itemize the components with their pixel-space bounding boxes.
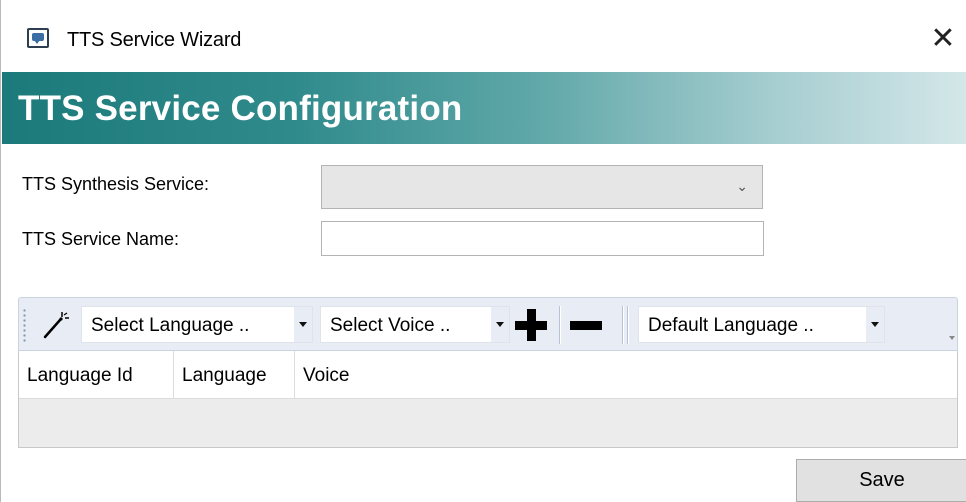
- speech-bubble-icon: [27, 28, 49, 48]
- close-icon[interactable]: ✕: [925, 22, 961, 58]
- window-title: TTS Service Wizard: [67, 29, 242, 51]
- page-title: TTS Service Configuration: [18, 89, 463, 128]
- chevron-down-icon: ⌄: [736, 178, 748, 194]
- save-button[interactable]: Save: [796, 459, 966, 502]
- synthesis-service-dropdown[interactable]: ⌄: [321, 165, 763, 209]
- toolbar-grip[interactable]: [23, 308, 26, 342]
- dropdown-arrow-icon: [866, 307, 884, 342]
- column-header-language-id[interactable]: Language Id: [19, 351, 174, 399]
- column-header-language[interactable]: Language: [174, 351, 295, 399]
- select-language-label: Select Language ..: [91, 315, 250, 336]
- header-banner: TTS Service Configuration: [2, 72, 966, 144]
- toolbar-separator: [627, 306, 628, 344]
- language-grid: Language Id Language Voice: [18, 351, 958, 448]
- title-bar: TTS Service Wizard ✕: [1, 0, 966, 72]
- default-language-dropdown[interactable]: Default Language ..: [638, 306, 885, 343]
- toolbar-separator: [622, 306, 623, 344]
- service-name-input[interactable]: [321, 221, 764, 256]
- default-language-label: Default Language ..: [648, 315, 814, 336]
- synthesis-service-label: TTS Synthesis Service:: [22, 174, 210, 194]
- dropdown-arrow-icon: [491, 307, 509, 342]
- language-toolbar: Select Language .. Select Voice .. Defau…: [18, 297, 958, 351]
- toolbar-separator: [559, 306, 560, 344]
- toolbar-overflow-icon[interactable]: [947, 332, 957, 346]
- plus-icon[interactable]: [515, 309, 547, 341]
- select-voice-label: Select Voice ..: [330, 315, 451, 336]
- select-language-dropdown[interactable]: Select Language ..: [81, 306, 313, 343]
- magic-wand-icon[interactable]: [40, 310, 70, 340]
- select-voice-dropdown[interactable]: Select Voice ..: [320, 306, 510, 343]
- column-header-voice[interactable]: Voice: [295, 351, 595, 399]
- dropdown-arrow-icon: [294, 307, 312, 342]
- grid-header: Language Id Language Voice: [19, 351, 957, 399]
- service-name-label: TTS Service Name:: [22, 229, 180, 249]
- wizard-window: TTS Service Wizard ✕ TTS Service Configu…: [0, 0, 966, 502]
- minus-icon[interactable]: [570, 309, 602, 341]
